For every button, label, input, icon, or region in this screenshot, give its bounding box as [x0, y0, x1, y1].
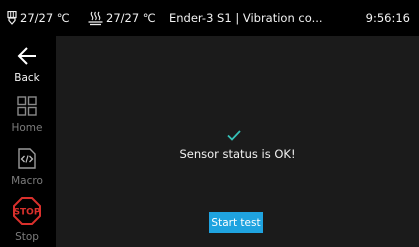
svg-text:STOP: STOP [14, 208, 41, 218]
status-bar: 27/27 ℃ 27/27 ℃ Ender-3 S1 | Vibration c… [0, 0, 419, 36]
sensor-status-message: Sensor status is OK! [179, 147, 296, 161]
start-test-button[interactable]: Start test [209, 212, 263, 233]
sidebar-item-macro[interactable]: Macro [0, 148, 54, 187]
checkmark-icon [227, 126, 241, 145]
screen-title: Ender-3 S1 | Vibration co... [169, 11, 323, 25]
nozzle-icon [6, 10, 18, 26]
nozzle-temperature: 27/27 ℃ [6, 0, 70, 36]
sidebar-item-back[interactable]: Back [0, 46, 54, 84]
sidebar-item-label: Home [11, 122, 43, 134]
sidebar-item-label: Back [14, 72, 40, 84]
code-file-icon [18, 148, 36, 173]
clock: 9:56:16 [365, 11, 410, 25]
back-arrow-icon [16, 46, 38, 70]
bed-temperature: 27/27 ℃ [88, 0, 156, 36]
nozzle-temp-text: 27/27 ℃ [20, 11, 70, 25]
sidebar-item-label: Macro [11, 175, 43, 187]
sidebar-item-home[interactable]: Home [0, 96, 54, 134]
stop-sign-icon: STOP [13, 197, 41, 229]
main-panel: Sensor status is OK! Start test [56, 36, 419, 247]
grid-icon [17, 96, 37, 120]
sidebar: Back Home Macro STOP Stop [0, 36, 54, 247]
heated-bed-icon [88, 11, 103, 26]
sidebar-item-label: Stop [15, 231, 39, 243]
bed-temp-text: 27/27 ℃ [106, 11, 156, 25]
sidebar-item-stop[interactable]: STOP Stop [0, 197, 54, 243]
